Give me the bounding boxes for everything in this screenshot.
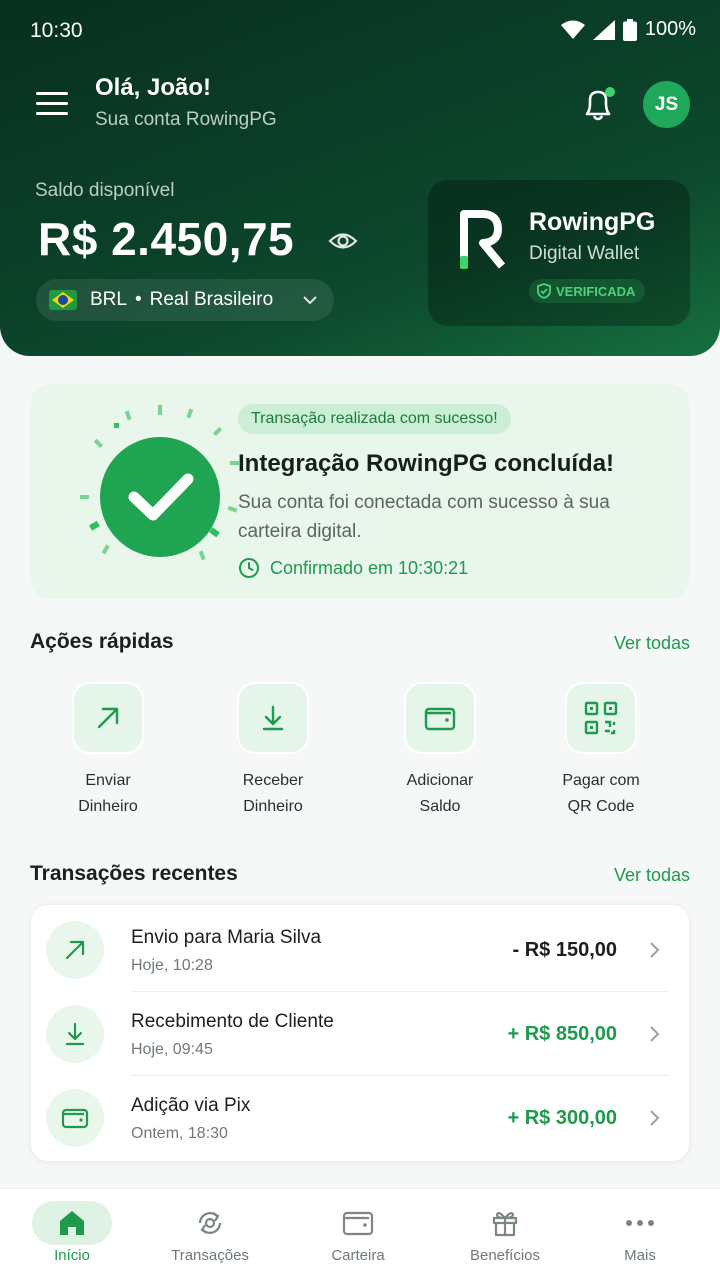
wifi-icon (560, 20, 585, 39)
nav-label: Transações (171, 1247, 249, 1264)
currency-name: Real Brasileiro (149, 289, 274, 310)
transaction-time: Hoje, 10:28 (131, 957, 213, 974)
currency-separator: • (134, 289, 142, 310)
success-description: Sua conta foi conectada com sucesso à su… (238, 492, 610, 542)
transaction-amount: - R$ 150,00 (512, 939, 617, 961)
nav-label: Benefícios (469, 1247, 541, 1264)
notification-dot (605, 87, 615, 97)
quick-action-receive[interactable]: Receber Dinheiro (193, 684, 353, 820)
nav-wallet[interactable]: Carteira (288, 1189, 428, 1280)
status-icons: 100% (560, 18, 696, 41)
quick-actions-see-all-link[interactable]: Ver todas (614, 633, 690, 654)
transaction-time: Ontem, 18:30 (131, 1125, 228, 1142)
transactions-list: Envio para Maria Silva Hoje, 10:28 - R$ … (30, 904, 690, 1162)
signal-icon (592, 19, 615, 40)
confirmation-time: Confirmado em 10:30:21 (238, 557, 468, 579)
brand-name: RowingPG (529, 208, 656, 236)
chevron-right-icon (650, 942, 660, 958)
status-time: 10:30 (30, 19, 83, 42)
transaction-amount: + R$ 850,00 (507, 1023, 617, 1045)
notification-bell-icon[interactable] (582, 86, 616, 124)
download-icon (239, 684, 307, 752)
chevron-down-icon (303, 296, 317, 305)
quick-actions-title: Ações rápidas (30, 630, 174, 653)
success-badge: Transação realizada com sucesso! (238, 404, 511, 434)
chevron-right-icon (650, 1026, 660, 1042)
transaction-title: Recebimento de Cliente (131, 1011, 334, 1032)
shield-check-icon (537, 283, 551, 299)
transaction-amount: + R$ 300,00 (507, 1107, 617, 1129)
success-check-icon (80, 405, 239, 561)
more-icon (600, 1201, 680, 1245)
rowingpg-logo-icon (460, 210, 506, 269)
arrow-up-right-icon (46, 921, 104, 979)
quick-action-label: Pagar com QR Code (562, 772, 640, 815)
nav-transactions[interactable]: Transações (140, 1189, 280, 1280)
gift-icon (465, 1201, 545, 1245)
wallet-icon (406, 684, 474, 752)
download-icon (46, 1005, 104, 1063)
quick-action-label: Adicionar Saldo (406, 772, 474, 815)
transaction-title: Envio para Maria Silva (131, 927, 322, 948)
nav-label: Início (54, 1247, 90, 1264)
confirmation-text: Confirmado em 10:30:21 (270, 557, 469, 578)
menu-button[interactable] (36, 92, 68, 118)
nav-home[interactable]: Início (2, 1189, 142, 1280)
wallet-icon (318, 1201, 398, 1245)
eye-icon[interactable] (328, 228, 358, 254)
nav-label: Mais (624, 1247, 656, 1264)
brand-card: RowingPG Digital Wallet VERIFICADA (428, 180, 690, 326)
success-title: Integração RowingPG concluída! (238, 450, 615, 477)
quick-action-send[interactable]: Enviar Dinheiro (28, 684, 188, 820)
verified-text: VERIFICADA (556, 283, 636, 299)
account-subtitle: Sua conta RowingPG (95, 109, 277, 130)
chevron-right-icon (650, 1110, 660, 1126)
transactions-icon (170, 1201, 250, 1245)
wallet-icon (46, 1089, 104, 1147)
brand-subtitle: Digital Wallet (529, 243, 640, 264)
quick-action-pay-qr[interactable]: Pagar com QR Code (521, 684, 681, 820)
transaction-title: Adição via Pix (131, 1095, 251, 1116)
balance-label: Saldo disponível (35, 180, 175, 201)
header: 10:30 100% Olá, João! Sua conta RowingPG… (0, 0, 720, 356)
transaction-time: Hoje, 09:45 (131, 1041, 213, 1058)
transaction-row[interactable]: Adição via Pix Ontem, 18:30 + R$ 300,00 (31, 1075, 691, 1159)
nav-label: Carteira (331, 1247, 385, 1264)
brazil-flag-icon (49, 290, 77, 310)
bottom-nav: Início Transações Carteira Benefícios Ma… (0, 1188, 720, 1280)
home-icon (32, 1201, 112, 1245)
avatar[interactable]: JS (643, 81, 690, 128)
verified-badge: VERIFICADA (529, 279, 646, 303)
quick-action-label: Enviar Dinheiro (78, 772, 138, 815)
currency-selector[interactable]: BRL • Real Brasileiro (36, 279, 334, 321)
greeting: Olá, João! (95, 74, 212, 101)
qr-code-icon (567, 684, 635, 752)
arrow-up-right-icon (74, 684, 142, 752)
transactions-title: Transações recentes (30, 862, 238, 885)
transactions-see-all-link[interactable]: Ver todas (614, 865, 690, 886)
nav-benefits[interactable]: Benefícios (435, 1189, 575, 1280)
quick-action-label: Receber Dinheiro (242, 772, 304, 815)
battery-icon (622, 18, 637, 41)
transaction-row[interactable]: Envio para Maria Silva Hoje, 10:28 - R$ … (31, 907, 691, 991)
clock-icon (239, 558, 259, 578)
battery-text: 100% (644, 18, 696, 40)
success-card: Transação realizada com sucesso! Integra… (30, 384, 690, 599)
balance-value: R$ 2.450,75 (38, 213, 295, 265)
currency-code: BRL (90, 289, 127, 310)
nav-more[interactable]: Mais (570, 1189, 710, 1280)
quick-action-add-balance[interactable]: Adicionar Saldo (360, 684, 520, 820)
status-bar: 10:30 100% (0, 0, 720, 60)
transaction-row[interactable]: Recebimento de Cliente Hoje, 09:45 + R$ … (31, 991, 691, 1075)
